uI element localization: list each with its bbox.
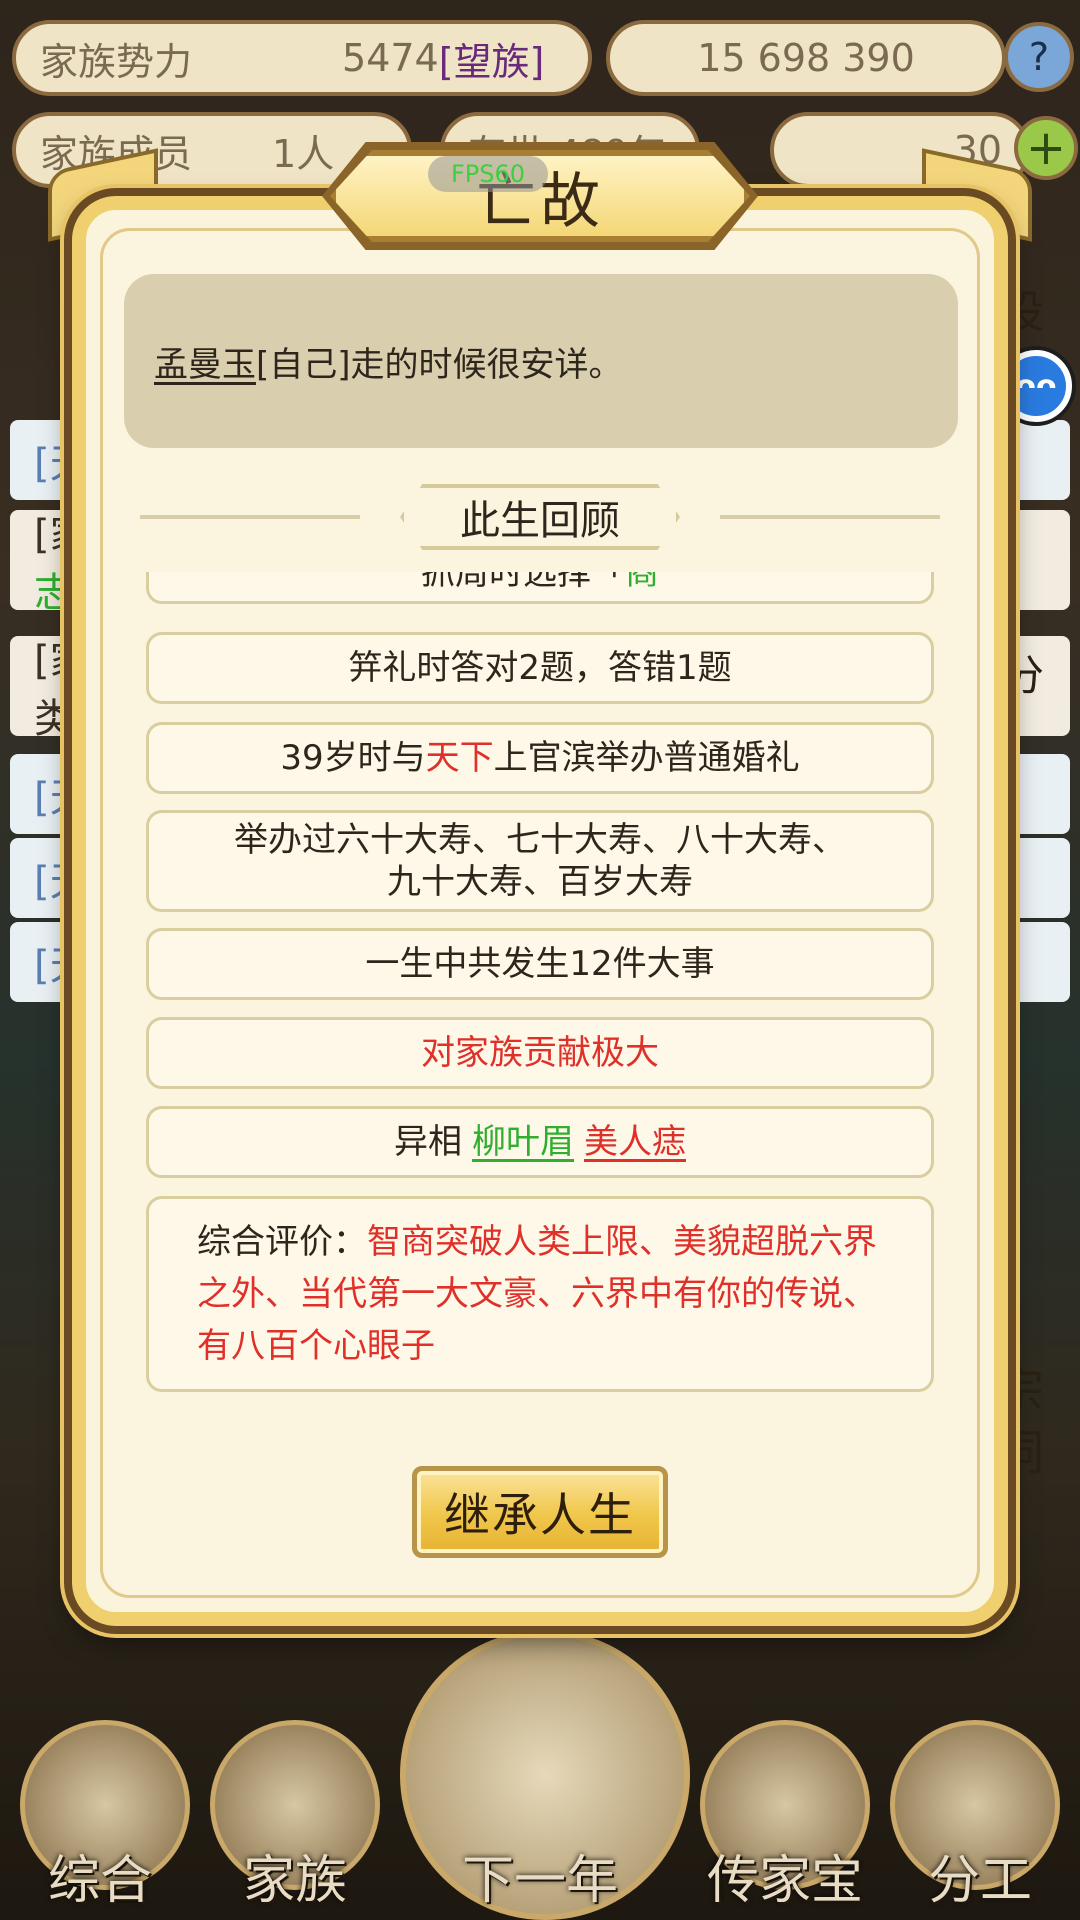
nav-label-overview: 综合 <box>47 1851 152 1911</box>
list-item: 异相 柳叶眉 美人痣 <box>146 1106 934 1178</box>
trait-beauty-mark[interactable]: 美人痣 <box>584 1121 686 1163</box>
fps-counter: FPS60 <box>428 156 548 192</box>
list-item: 一生中共发生12件大事 <box>146 928 934 1000</box>
help-icon: ? <box>1028 35 1050 79</box>
inherit-life-button[interactable]: 继承人生 <box>412 1466 668 1558</box>
members-value: 1人 <box>272 131 335 176</box>
nav-label-family: 家族 <box>242 1851 347 1911</box>
death-message-text: [自己]走的时候很安详。 <box>256 344 623 385</box>
nav-label-division: 分工 <box>927 1851 1032 1911</box>
life-review-list[interactable]: 抓周时选择「 商 笄礼时答对2题，答错1题 39岁时与 天下 上官滨举办普通婚礼… <box>146 572 936 1400</box>
life-review-title: 此生回顾 <box>400 484 680 550</box>
nav-label-next-year: 下一年 <box>461 1851 618 1911</box>
list-item: 举办过六十大寿、七十大寿、八十大寿、 九十大寿、百岁大寿 <box>146 810 934 912</box>
character-name-link[interactable]: 孟曼玉 <box>154 337 256 386</box>
life-review-header: 此生回顾 <box>140 484 940 550</box>
add-gold-button[interactable]: + <box>1014 116 1078 180</box>
overall-evaluation: 综合评价：智商突破人类上限、美貌超脱六界之外、当代第一大文豪、六界中有你的传说、… <box>146 1196 934 1392</box>
help-button[interactable]: ? <box>1004 22 1074 92</box>
family-rank: [望族] <box>438 39 545 84</box>
family-power-panel: 家族势力 5474 [望族] <box>12 20 592 96</box>
evaluation-label: 综合评价： <box>197 1222 367 1262</box>
list-item: 笄礼时答对2题，答错1题 <box>146 632 934 704</box>
family-power-value: 5474 <box>342 36 439 80</box>
resources-panel: 15 698 390 <box>606 20 1006 96</box>
assistant-icon: ᴖᴖ <box>1015 368 1057 404</box>
nav-label-heirloom: 传家宝 <box>706 1851 863 1911</box>
list-item: 对家族贡献极大 <box>146 1017 934 1089</box>
plus-icon: + <box>1025 120 1067 176</box>
header-divider-left <box>140 515 360 519</box>
trait-willow-brows[interactable]: 柳叶眉 <box>472 1121 574 1163</box>
list-item: 39岁时与 天下 上官滨举办普通婚礼 <box>146 722 934 794</box>
header-divider-right <box>720 515 940 519</box>
death-message: 孟曼玉 [自己]走的时候很安详。 <box>124 274 958 448</box>
family-power-label: 家族势力 <box>40 39 193 84</box>
floating-assistant-button[interactable]: ᴖᴖ <box>1000 350 1072 422</box>
resources-values: 15 698 390 <box>697 36 915 80</box>
list-item: 抓周时选择「 商 <box>146 572 934 604</box>
right-edge-text: 分 <box>1002 651 1045 700</box>
